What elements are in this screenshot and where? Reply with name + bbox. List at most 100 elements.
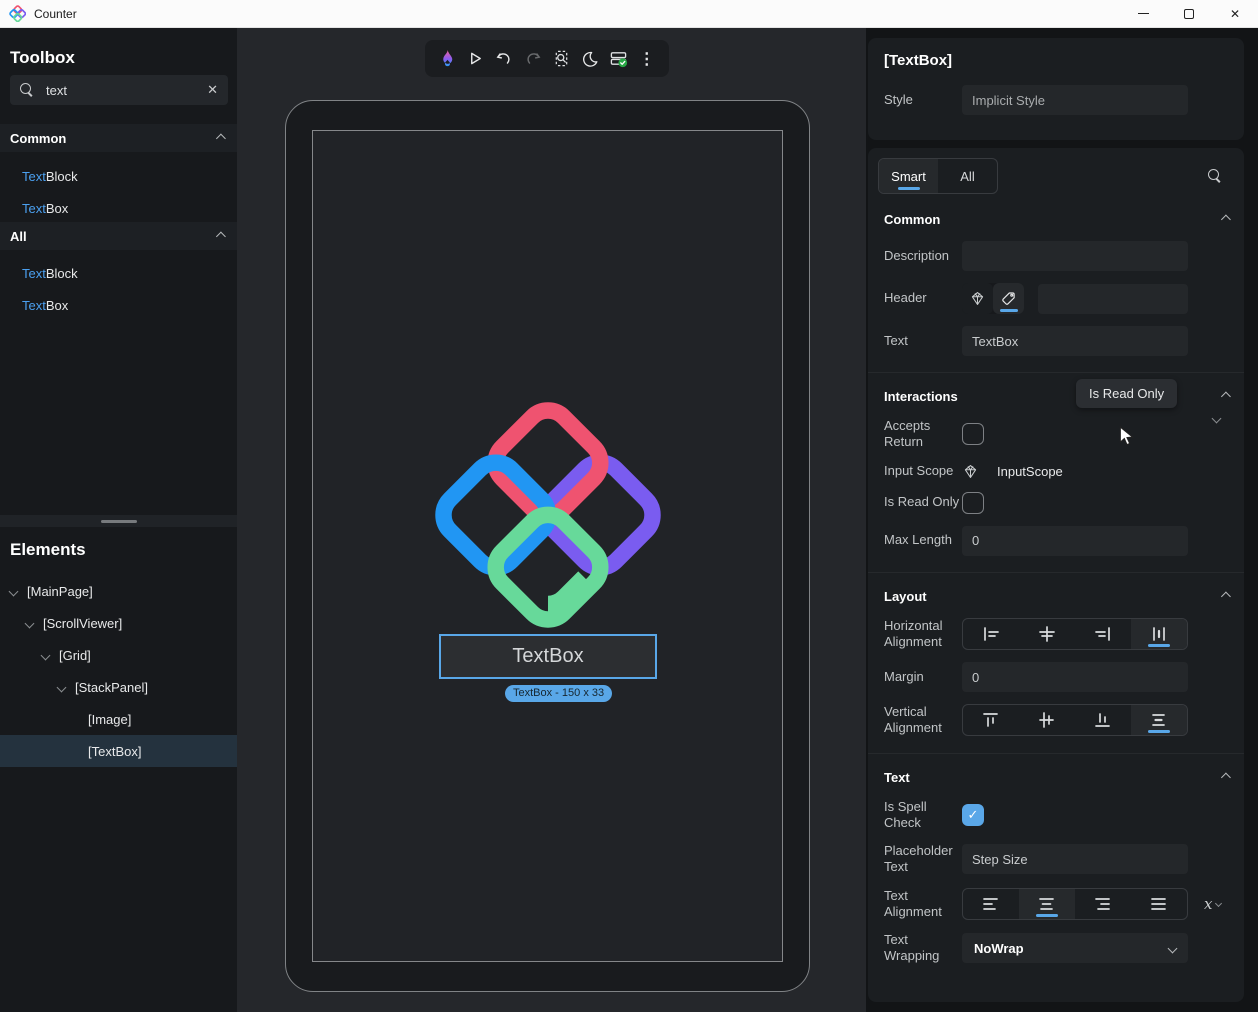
section-common[interactable]: Common [868, 196, 1244, 235]
description-input[interactable] [962, 241, 1188, 271]
chevron-up-icon [1221, 591, 1231, 601]
text-input[interactable]: TextBox [962, 326, 1188, 356]
align-stretch-button[interactable] [1131, 619, 1187, 649]
text-align-center-button[interactable] [1019, 889, 1075, 919]
more-options-icon[interactable]: ⋮ [634, 46, 660, 72]
maximize-button[interactable] [1166, 0, 1212, 27]
align-left-button[interactable] [963, 619, 1019, 649]
text-wrapping-select[interactable]: NoWrap [962, 933, 1188, 963]
align-top-button[interactable] [963, 705, 1019, 735]
align-center-button[interactable] [1019, 619, 1075, 649]
tree-item-grid[interactable]: [Grid] [0, 639, 237, 671]
toolbox-item-textbox-all[interactable]: TextBox [22, 294, 68, 316]
align-middle-button[interactable] [1019, 705, 1075, 735]
tab-all[interactable]: All [938, 159, 997, 193]
section-text[interactable]: Text [868, 753, 1244, 793]
style-value: Implicit Style [972, 93, 1045, 108]
close-icon: ✕ [1230, 7, 1240, 21]
input-scope-value-group[interactable]: InputScope [962, 463, 1063, 480]
expand-chevron-icon[interactable] [41, 650, 51, 660]
minimize-button[interactable] [1120, 0, 1166, 27]
row-description: Description [868, 235, 1244, 277]
placeholder-text-input[interactable]: Step Size [962, 844, 1188, 874]
is-spell-check-checkbox[interactable]: ✓ [962, 804, 984, 826]
clear-search-icon[interactable]: ✕ [207, 82, 218, 98]
expand-chevron-icon[interactable] [57, 682, 67, 692]
text-align-justify-button[interactable] [1131, 889, 1187, 919]
toolbox-item-textblock-all[interactable]: TextBlock [22, 262, 78, 284]
tab-smart[interactable]: Smart [879, 159, 938, 193]
tree-item-image[interactable]: [Image] [0, 703, 237, 735]
toolbox-section-common[interactable]: Common [0, 124, 237, 152]
section-interactions[interactable]: Interactions [868, 372, 1244, 412]
tag-icon[interactable] [993, 283, 1024, 314]
margin-label: Margin [884, 669, 962, 685]
window-title: Counter [34, 7, 77, 21]
section-label: Common [10, 131, 216, 146]
text-align-right-button[interactable] [1075, 889, 1131, 919]
zoom-to-selection-icon[interactable] [548, 46, 574, 72]
tree-label: [TextBox] [88, 744, 141, 759]
hot-reload-flame-icon[interactable] [434, 46, 460, 72]
properties-card: Smart All Common Description Header [868, 148, 1244, 1002]
row-text-wrapping: Text Wrapping NoWrap [868, 926, 1244, 971]
tree-item-scrollviewer[interactable]: [ScrollViewer] [0, 607, 237, 639]
toolbox-item-textbox[interactable]: TextBox [22, 197, 68, 219]
is-read-only-checkbox[interactable] [962, 492, 984, 514]
tree-item-stackpanel[interactable]: [StackPanel] [0, 671, 237, 703]
designer-toolbar: ⋮ [425, 40, 669, 77]
header-input[interactable] [1038, 284, 1188, 314]
row-accepts-return: Accepts Return [868, 412, 1244, 457]
text-align-justify-icon [1148, 894, 1170, 914]
align-top-icon [980, 710, 1002, 730]
theme-moon-icon[interactable] [577, 46, 603, 72]
item-rest: Box [46, 201, 68, 216]
toolbox-section-all[interactable]: All [0, 222, 237, 250]
markup-extension-selector[interactable]: x [1204, 895, 1221, 913]
tree-label: [Grid] [59, 648, 91, 663]
chevron-up-icon [1221, 215, 1231, 225]
uno-logo-image[interactable] [432, 399, 664, 631]
max-length-label: Max Length [884, 532, 962, 548]
align-right-button[interactable] [1075, 619, 1131, 649]
left-sidebar: Toolbox text ✕ Common TextBlock TextBox … [0, 28, 237, 1012]
play-icon[interactable] [463, 46, 489, 72]
item-rest: Box [46, 298, 68, 313]
section-layout[interactable]: Layout [868, 572, 1244, 612]
section-label: All [10, 229, 216, 244]
item-rest: Block [46, 169, 78, 184]
text-align-center-icon [1036, 894, 1058, 914]
devices-status-check-icon[interactable] [605, 46, 631, 72]
toolbox-search-input[interactable]: text ✕ [10, 75, 228, 105]
tree-item-mainpage[interactable]: [MainPage] [0, 575, 237, 607]
expand-chevron-icon[interactable] [9, 586, 19, 596]
design-canvas[interactable]: ⋮ TextBox TextBox - 150 x 33 [237, 28, 866, 1012]
row-vertical-alignment: Vertical Alignment [868, 698, 1244, 743]
row-is-read-only: Is Read Only [868, 486, 1244, 520]
text-alignment-group [962, 888, 1188, 920]
undo-icon[interactable] [491, 46, 517, 72]
max-length-input[interactable]: 0 [962, 526, 1188, 556]
canvas-selected-textbox[interactable]: TextBox [439, 634, 657, 679]
align-vstretch-button[interactable] [1131, 705, 1187, 735]
close-button[interactable]: ✕ [1212, 0, 1258, 27]
style-input[interactable]: Implicit Style [962, 85, 1188, 115]
text-align-left-button[interactable] [963, 889, 1019, 919]
row-text-alignment: Text Alignment x [868, 882, 1244, 927]
redo-icon[interactable] [520, 46, 546, 72]
text-wrapping-label: Text Wrapping [884, 932, 962, 965]
accepts-return-checkbox[interactable] [962, 423, 984, 445]
panel-splitter-handle[interactable] [0, 515, 237, 527]
title-bar: Counter ✕ [0, 0, 1258, 28]
chevron-up-icon [216, 231, 226, 241]
binding-diamond-icon[interactable] [962, 283, 993, 314]
row-max-length: Max Length 0 [868, 520, 1244, 562]
expand-chevron-icon[interactable] [25, 618, 35, 628]
align-bottom-button[interactable] [1075, 705, 1131, 735]
margin-input[interactable]: 0 [962, 662, 1188, 692]
toolbox-item-textblock[interactable]: TextBlock [22, 165, 78, 187]
device-screen[interactable]: TextBox TextBox - 150 x 33 [312, 130, 783, 962]
binding-diamond-icon [962, 463, 979, 480]
properties-search-icon[interactable] [1208, 169, 1222, 183]
tree-item-textbox[interactable]: [TextBox] [0, 735, 237, 767]
